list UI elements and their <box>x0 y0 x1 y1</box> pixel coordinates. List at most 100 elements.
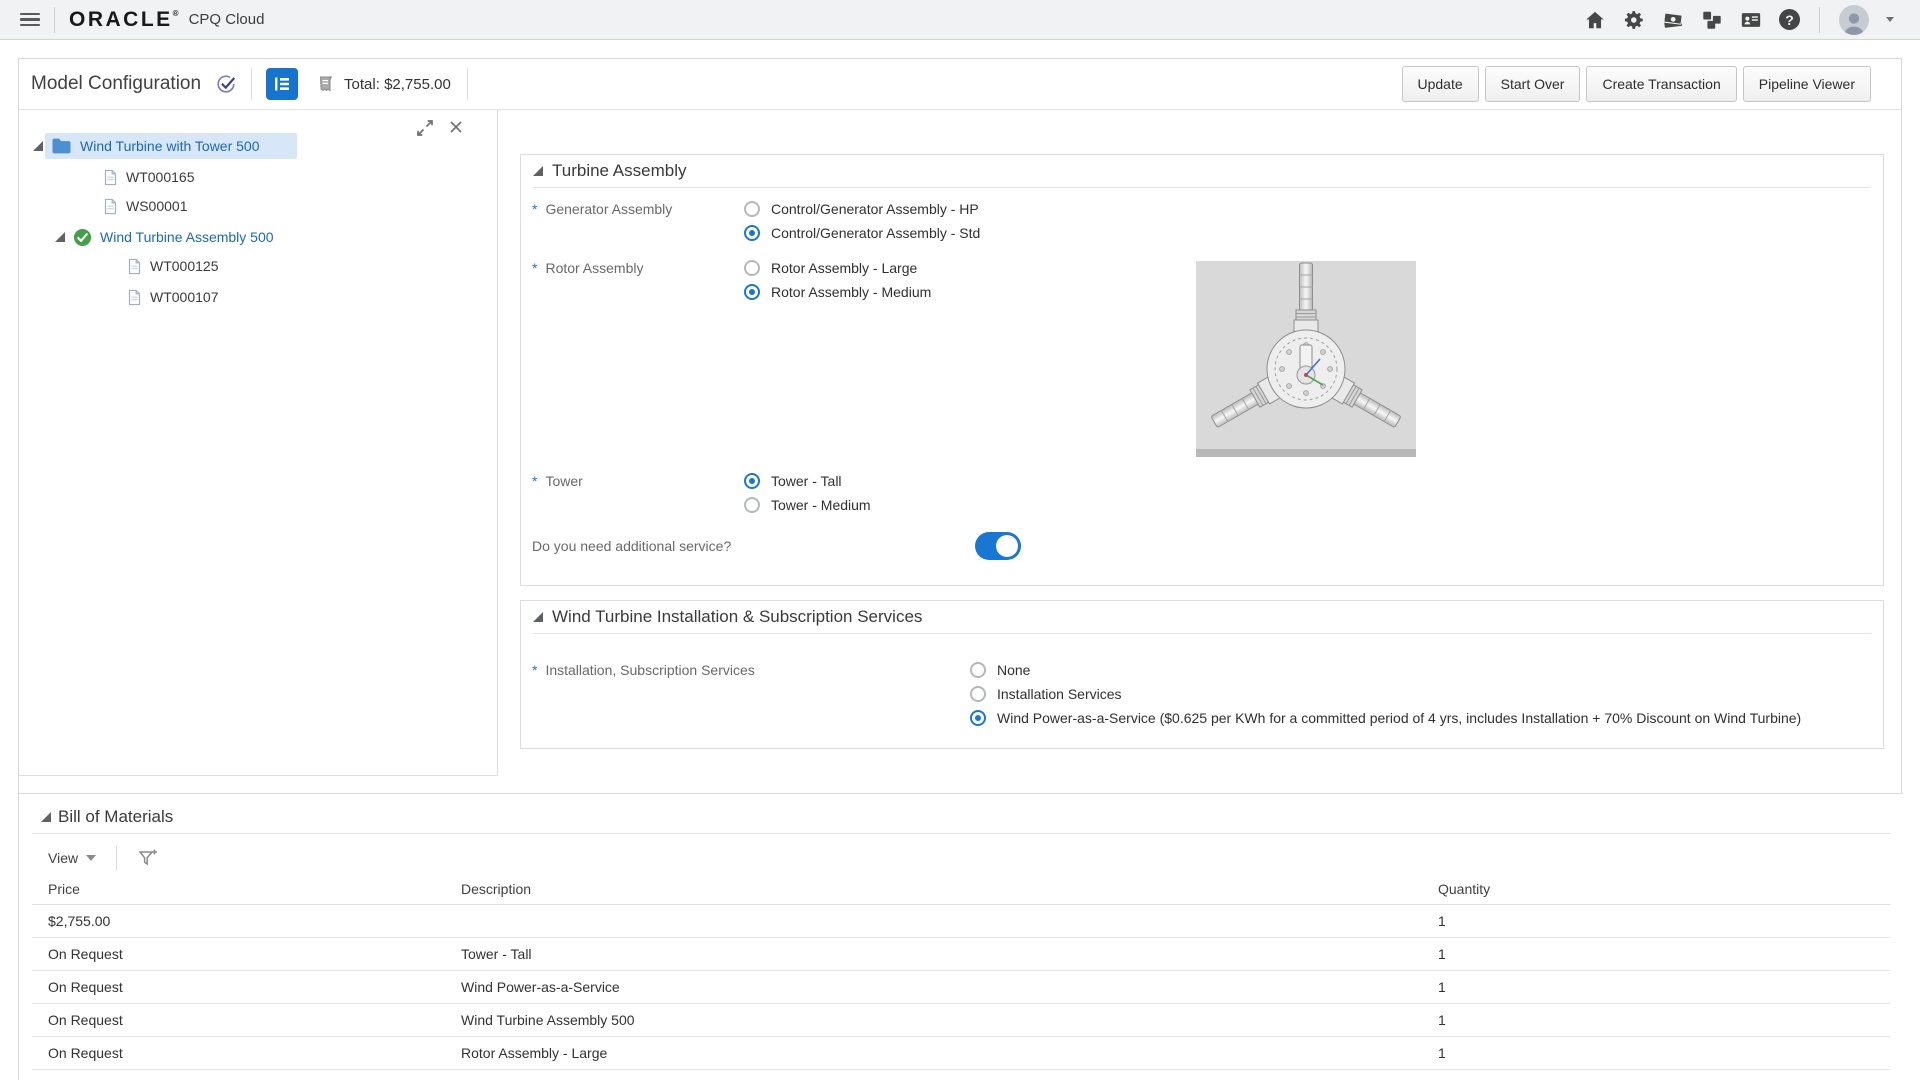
cell-price: On Request <box>48 946 123 962</box>
section-collapse-icon[interactable] <box>533 612 543 622</box>
radio-service-wind-power[interactable]: Wind Power-as-a-Service ($0.625 per KWh … <box>970 706 1801 730</box>
radio-unselected-icon[interactable] <box>970 686 986 702</box>
document-icon <box>127 258 142 275</box>
expand-panel-icon[interactable] <box>415 118 435 143</box>
required-mark: * <box>532 201 537 217</box>
radio-unselected-icon[interactable] <box>744 201 760 217</box>
bom-collapse-icon[interactable] <box>41 812 51 822</box>
tree-item-assembly[interactable]: Wind Turbine Assembly 500 <box>55 224 274 250</box>
field-label-tower: * Tower <box>532 471 583 491</box>
bom-header: Bill of Materials <box>41 807 173 827</box>
tree-item-root[interactable]: Wind Turbine with Tower 500 <box>33 133 260 159</box>
bom-header-divider <box>32 833 1890 834</box>
required-mark: * <box>532 260 537 276</box>
additional-service-toggle[interactable] <box>975 532 1021 560</box>
column-header-price[interactable]: Price <box>48 881 80 897</box>
user-avatar[interactable] <box>1839 5 1869 35</box>
radio-rotor-medium[interactable]: Rotor Assembly - Medium <box>744 280 931 304</box>
column-header-description[interactable]: Description <box>461 881 531 897</box>
section-header: Wind Turbine Installation & Subscription… <box>533 601 1871 634</box>
tree-panel-controls <box>415 118 465 143</box>
cell-description: Tower - Tall <box>461 946 532 962</box>
toggle-knob <box>996 535 1018 557</box>
radio-unselected-icon[interactable] <box>744 497 760 513</box>
tree-item[interactable]: WS00001 <box>103 193 187 219</box>
tree-item[interactable]: WT000107 <box>127 284 218 310</box>
bom-column-headers: Price Description Quantity <box>32 877 1890 905</box>
document-icon <box>103 169 118 186</box>
radio-unselected-icon[interactable] <box>744 260 760 276</box>
document-icon <box>127 289 142 306</box>
bom-toolbar: View <box>48 846 159 870</box>
tree-item-label[interactable]: Wind Turbine with Tower 500 <box>80 138 260 154</box>
tree-item-label[interactable]: Wind Turbine Assembly 500 <box>100 229 274 245</box>
tree-collapse-icon[interactable] <box>33 141 43 151</box>
view-menu-button[interactable]: View <box>48 850 78 866</box>
cell-description: Rotor Assembly - Large <box>461 1045 607 1061</box>
radio-unselected-icon[interactable] <box>970 662 986 678</box>
column-header-quantity[interactable]: Quantity <box>1438 881 1490 897</box>
top-app-bar: ORACLE® CPQ Cloud ? <box>0 0 1920 40</box>
radio-selected-icon[interactable] <box>744 284 760 300</box>
radio-selected-icon[interactable] <box>744 473 760 489</box>
bom-toolbar-divider <box>116 846 117 870</box>
radio-generator-hp[interactable]: Control/Generator Assembly - HP <box>744 197 979 221</box>
bill-of-materials-section: Bill of Materials View Price Description… <box>19 793 1903 1081</box>
settings-gear-icon[interactable] <box>1623 9 1645 31</box>
radio-tower-tall[interactable]: Tower - Tall <box>744 469 842 493</box>
view-menu-caret-icon[interactable] <box>86 855 96 861</box>
bom-title: Bill of Materials <box>58 807 173 827</box>
field-label-generator-assembly: * Generator Assembly <box>532 199 672 219</box>
parts-blocks-icon[interactable] <box>1701 9 1723 31</box>
model-tree-panel: Wind Turbine with Tower 500 WT000165 WS0… <box>19 110 498 776</box>
model-tree-view-button[interactable] <box>266 68 298 100</box>
section-header: Turbine Assembly <box>533 155 1871 188</box>
configuration-toolbar: Model Configuration Total: $2,755.00 Upd… <box>19 59 1901 110</box>
hamburger-menu-icon[interactable] <box>20 13 40 26</box>
filter-add-icon[interactable] <box>137 847 159 869</box>
table-row[interactable]: On Request Wind Turbine Assembly 500 1 <box>32 1004 1890 1037</box>
total-amount: Total: $2,755.00 <box>344 76 451 93</box>
rotor-assembly-product-image <box>1196 261 1416 457</box>
field-label-installation-services: * Installation, Subscription Services <box>532 660 755 680</box>
section-turbine-assembly: Turbine Assembly * Generator Assembly Co… <box>520 154 1884 586</box>
cell-quantity: 1 <box>1438 1012 1446 1028</box>
radio-rotor-large[interactable]: Rotor Assembly - Large <box>744 256 917 280</box>
radio-tower-medium[interactable]: Tower - Medium <box>744 493 871 517</box>
radio-selected-icon[interactable] <box>970 710 986 726</box>
tree-item-label[interactable]: WT000107 <box>150 289 218 305</box>
radio-generator-std[interactable]: Control/Generator Assembly - Std <box>744 221 980 245</box>
tree-item-label[interactable]: WS00001 <box>126 198 187 214</box>
table-row[interactable]: On Request Tower - Tall 1 <box>32 938 1890 971</box>
section-title: Turbine Assembly <box>552 161 686 181</box>
tree-item-label[interactable]: WT000125 <box>150 258 218 274</box>
tree-item[interactable]: WT000165 <box>103 164 194 190</box>
update-button[interactable]: Update <box>1402 66 1479 102</box>
start-over-button[interactable]: Start Over <box>1485 66 1581 102</box>
radio-service-none[interactable]: None <box>970 658 1030 682</box>
account-card-icon[interactable] <box>1740 9 1762 31</box>
section-collapse-icon[interactable] <box>533 166 543 176</box>
tree-item[interactable]: WT000125 <box>127 253 218 279</box>
close-panel-icon[interactable] <box>447 118 465 143</box>
help-icon[interactable]: ? <box>1779 9 1800 30</box>
create-transaction-button[interactable]: Create Transaction <box>1586 66 1736 102</box>
cell-price: On Request <box>48 1045 123 1061</box>
table-row[interactable]: On Request Rotor Assembly - Large 1 <box>32 1037 1890 1070</box>
home-icon[interactable] <box>1584 9 1606 31</box>
cell-quantity: 1 <box>1438 979 1446 995</box>
table-row[interactable]: On Request Wind Power-as-a-Service 1 <box>32 971 1890 1004</box>
table-row[interactable]: $2,755.00 1 <box>32 905 1890 938</box>
toolbar-divider <box>467 68 468 100</box>
field-label-additional-service: Do you need additional service? <box>532 536 731 556</box>
user-menu-caret-icon[interactable] <box>1886 17 1894 22</box>
toolbar-divider <box>251 68 252 100</box>
pricing-cash-icon[interactable] <box>1662 9 1684 31</box>
tree-collapse-icon[interactable] <box>55 232 65 242</box>
radio-selected-icon[interactable] <box>744 225 760 241</box>
field-label-rotor-assembly: * Rotor Assembly <box>532 258 644 278</box>
validated-check-icon <box>215 73 237 95</box>
tree-item-label[interactable]: WT000165 <box>126 169 194 185</box>
pipeline-viewer-button[interactable]: Pipeline Viewer <box>1743 66 1871 102</box>
radio-service-installation[interactable]: Installation Services <box>970 682 1122 706</box>
